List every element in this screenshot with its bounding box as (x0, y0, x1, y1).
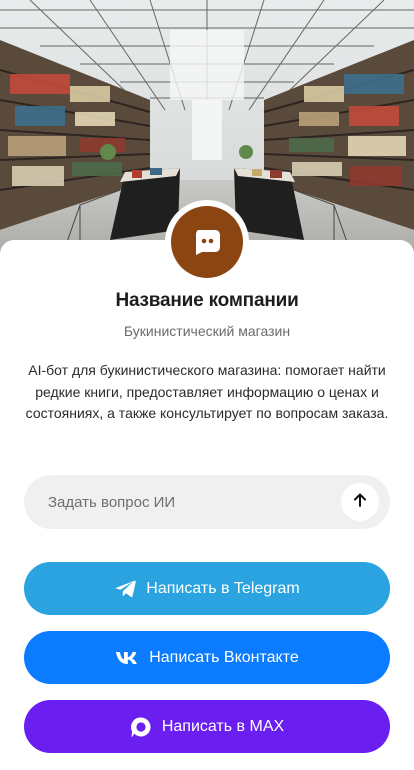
vk-button[interactable]: Написать Вконтакте (24, 631, 390, 684)
arrow-up-icon (352, 492, 368, 513)
max-button[interactable]: Написать в MAX (24, 700, 390, 753)
send-button[interactable] (341, 483, 379, 521)
telegram-icon (114, 580, 137, 598)
telegram-button-label: Написать в Telegram (146, 579, 300, 597)
vk-button-label: Написать Вконтакте (149, 648, 299, 666)
max-icon (130, 716, 152, 738)
vk-icon (115, 651, 139, 665)
chat-bot-icon (192, 228, 222, 256)
company-subtitle: Букинистический магазин (123, 323, 291, 339)
ai-question-field (24, 475, 390, 529)
max-button-label: Написать в MAX (161, 717, 285, 735)
company-name: Название компании (115, 290, 299, 311)
avatar (171, 206, 243, 278)
company-description: AI-бот для букинистического магазина: по… (25, 362, 389, 421)
telegram-button[interactable]: Написать в Telegram (24, 562, 390, 615)
ai-question-input[interactable] (24, 475, 334, 529)
